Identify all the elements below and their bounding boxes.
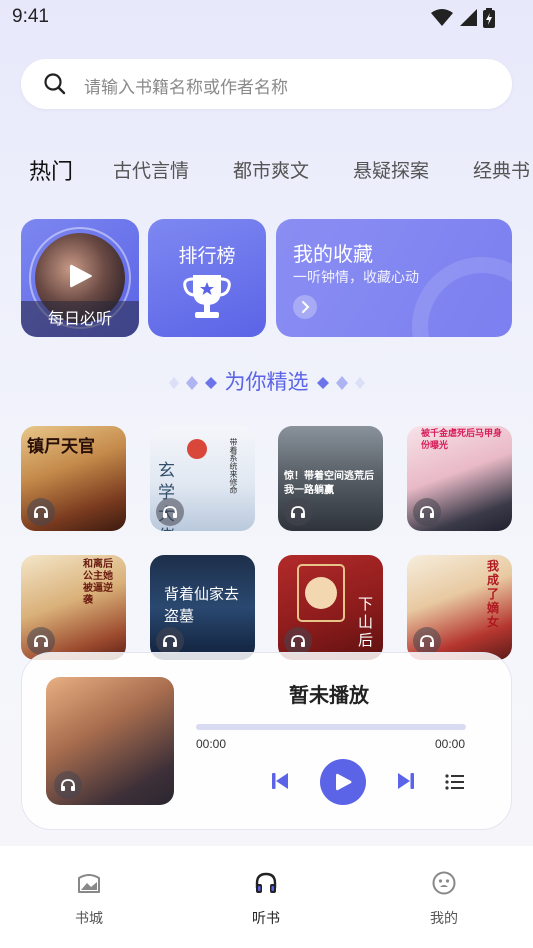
- time-total: 00:00: [435, 737, 466, 751]
- book-card[interactable]: 和离后公主她被逼逆袭: [21, 555, 126, 660]
- ranking-card[interactable]: 排行榜: [148, 219, 266, 337]
- headphones-badge: [413, 498, 441, 526]
- book-cover-title: 背着仙家去盗墓: [164, 585, 240, 625]
- headphones-icon: [420, 635, 434, 647]
- headphones-badge: [54, 771, 82, 799]
- player-title: 暂未播放: [289, 683, 369, 707]
- status-icons: [431, 8, 495, 28]
- nav-item-profile[interactable]: 我的: [399, 870, 489, 928]
- headphones-badge: [284, 627, 312, 655]
- play-button[interactable]: [320, 759, 366, 805]
- headphones-icon: [291, 635, 305, 647]
- headphones-badge: [27, 627, 55, 655]
- book-cover-title: 镇尸天官: [27, 437, 95, 457]
- trophy-icon: [183, 275, 231, 318]
- headphones-icon: [163, 635, 177, 647]
- signal-icon: [460, 9, 477, 26]
- next-button[interactable]: [396, 771, 416, 791]
- favorites-arrow-button[interactable]: [293, 295, 317, 319]
- profile-icon: [432, 871, 456, 895]
- headphones-icon: [163, 506, 177, 518]
- nav-item-audiobooks[interactable]: 听书: [221, 870, 311, 928]
- book-cover-title: 被千金虐死后马甲身份曝光: [421, 429, 503, 451]
- favorites-subtitle: 一听钟情，收藏心动: [293, 270, 419, 286]
- book-card[interactable]: 玄学大佬 带着系统来修命: [150, 426, 255, 531]
- tab-ancient-romance[interactable]: 古代言情: [113, 156, 189, 183]
- book-card[interactable]: 背着仙家去盗墓: [150, 555, 255, 660]
- previous-button[interactable]: [270, 771, 290, 791]
- progress-slider[interactable]: [196, 724, 466, 730]
- bottom-navigation: 书城 听书 我的: [0, 846, 533, 948]
- nav-label: 听书: [252, 911, 280, 927]
- book-card[interactable]: 镇尸天官: [21, 426, 126, 531]
- daily-listen-label: 每日必听: [21, 301, 139, 337]
- tab-urban[interactable]: 都市爽文: [233, 156, 309, 183]
- ranking-label: 排行榜: [178, 245, 236, 267]
- category-tabs: 热门 古代言情 都市爽文 悬疑探案 经典书: [0, 150, 533, 190]
- red-sun-decoration: [187, 439, 207, 459]
- player-cover-art: [46, 677, 174, 805]
- nav-label: 书城: [75, 911, 103, 927]
- tab-hot[interactable]: 热门: [29, 154, 73, 186]
- tab-mystery[interactable]: 悬疑探案: [353, 156, 429, 183]
- book-cover-title: 惊！带着空间逃荒后我一路躺赢: [284, 471, 374, 496]
- daily-listen-card[interactable]: 每日必听: [21, 219, 139, 337]
- book-card[interactable]: 被千金虐死后马甲身份曝光: [407, 426, 512, 531]
- window-decoration: [297, 564, 345, 622]
- book-card[interactable]: 惊！带着空间逃荒后我一路躺赢: [278, 426, 383, 531]
- favorites-title: 我的收藏: [293, 242, 373, 266]
- chevron-right-icon: [302, 301, 310, 313]
- book-card[interactable]: 下山后: [278, 555, 383, 660]
- headphones-icon: [34, 506, 48, 518]
- nav-item-bookstore[interactable]: 书城: [44, 870, 134, 928]
- playlist-icon[interactable]: [445, 773, 465, 791]
- play-icon: [336, 773, 352, 791]
- nav-label: 我的: [430, 911, 458, 927]
- favorites-card[interactable]: 我的收藏 一听钟情，收藏心动: [276, 219, 512, 337]
- status-time: 9:41: [12, 6, 49, 27]
- search-input[interactable]: 请输入书籍名称或作者名称: [21, 59, 512, 109]
- headphones-badge: [413, 627, 441, 655]
- headphones-badge: [27, 498, 55, 526]
- headphones-icon: [291, 506, 305, 518]
- tab-classic[interactable]: 经典书: [473, 156, 530, 183]
- headphones-icon: [34, 635, 48, 647]
- play-icon: [70, 264, 92, 288]
- headphones-icon: [420, 506, 434, 518]
- book-cover-title: 下山后: [358, 595, 374, 649]
- book-card[interactable]: 我成了嫡女: [407, 555, 512, 660]
- headphones-icon: [255, 872, 277, 893]
- section-title: 为你精选: [224, 370, 309, 394]
- headphones-badge: [156, 627, 184, 655]
- mini-player[interactable]: 暂未播放 00:00 00:00: [21, 652, 512, 830]
- bookstore-icon: [78, 874, 100, 893]
- diamond-decoration-right: [317, 376, 365, 390]
- time-elapsed: 00:00: [196, 737, 227, 751]
- search-icon: [44, 73, 66, 95]
- favorites-decoration: [412, 257, 512, 337]
- status-bar: 9:41: [0, 0, 533, 36]
- book-cover-title: 和离后公主她被逼逆袭: [83, 559, 113, 606]
- headphones-icon: [61, 779, 75, 791]
- headphones-badge: [284, 498, 312, 526]
- headphones-badge: [156, 498, 184, 526]
- wifi-icon: [431, 9, 453, 26]
- battery-icon: [483, 8, 495, 28]
- search-placeholder: 请输入书籍名称或作者名称: [84, 78, 288, 98]
- book-cover-subtitle: 带着系统来修命: [229, 438, 238, 494]
- book-cover-title: 我成了嫡女: [487, 559, 500, 629]
